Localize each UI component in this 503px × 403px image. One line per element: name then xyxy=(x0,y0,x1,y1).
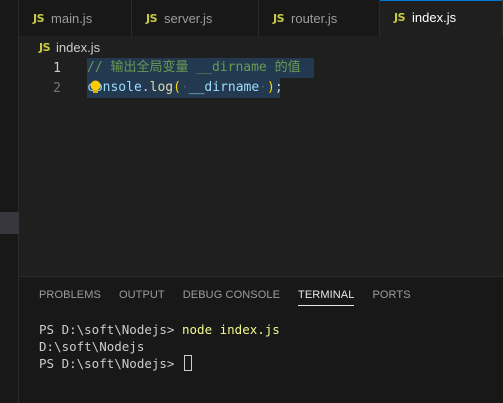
bottom-panel: PROBLEMS OUTPUT DEBUG CONSOLE TERMINAL P… xyxy=(19,276,503,403)
tab-ports[interactable]: PORTS xyxy=(372,277,410,313)
terminal-line: PS D:\soft\Nodejs> node index.js xyxy=(39,321,503,338)
tab-label: router.js xyxy=(291,10,338,26)
tab-server-js[interactable]: JS server.js xyxy=(132,0,259,36)
terminal[interactable]: PS D:\soft\Nodejs> node index.js D:\soft… xyxy=(39,321,503,372)
code-close-paren: ) xyxy=(267,80,275,95)
lightbulb-icon[interactable] xyxy=(89,80,102,94)
tab-debug-console[interactable]: DEBUG CONSOLE xyxy=(183,277,280,313)
code-statement: console.log(·__dirname·); xyxy=(87,78,283,98)
whitespace-marker: · xyxy=(180,80,189,95)
terminal-line: D:\soft\Nodejs xyxy=(39,338,503,355)
tab-main-js[interactable]: JS main.js xyxy=(19,0,132,36)
line-number: 2 xyxy=(53,80,61,96)
terminal-output: D:\soft\Nodejs xyxy=(39,339,145,354)
js-file-icon: JS xyxy=(394,11,406,24)
panel-tab-bar: PROBLEMS OUTPUT DEBUG CONSOLE TERMINAL P… xyxy=(39,277,429,313)
tab-router-js[interactable]: JS router.js xyxy=(259,0,380,36)
code-editor[interactable]: 1 // 输出全局变量 __dirname 的值 2 console.log(·… xyxy=(19,58,503,276)
terminal-cursor[interactable] xyxy=(184,355,192,371)
js-file-icon: JS xyxy=(39,40,51,54)
tab-label: main.js xyxy=(51,10,93,26)
tab-problems[interactable]: PROBLEMS xyxy=(39,277,101,313)
line-number: 1 xyxy=(53,60,61,76)
js-file-icon: JS xyxy=(273,11,285,25)
activity-bar xyxy=(0,0,19,403)
code-dot: . xyxy=(141,80,150,95)
tab-output[interactable]: OUTPUT xyxy=(119,277,165,313)
js-file-icon: JS xyxy=(146,11,158,25)
code-comment: // 输出全局变量 __dirname 的值 xyxy=(87,60,301,75)
whitespace-marker: · xyxy=(259,80,268,95)
code-line-2[interactable]: 2 console.log(·__dirname·); xyxy=(19,78,503,98)
terminal-command: node index.js xyxy=(182,322,280,337)
tab-terminal[interactable]: TERMINAL xyxy=(298,277,355,313)
tab-label: index.js xyxy=(412,10,457,25)
activity-bar-active-marker[interactable] xyxy=(0,212,19,234)
editor-tab-bar: JS main.js JS server.js JS router.js JS … xyxy=(19,0,503,36)
terminal-prompt: PS D:\soft\Nodejs> xyxy=(39,322,182,337)
js-file-icon: JS xyxy=(33,11,45,25)
code-line-1[interactable]: 1 // 输出全局变量 __dirname 的值 xyxy=(19,58,503,78)
terminal-line[interactable]: PS D:\soft\Nodejs> xyxy=(39,355,503,372)
code-argument: __dirname xyxy=(188,80,260,95)
code-semicolon: ; xyxy=(274,80,283,95)
tab-label: server.js xyxy=(164,10,213,26)
terminal-prompt: PS D:\soft\Nodejs> xyxy=(39,356,182,371)
breadcrumb[interactable]: JS index.js xyxy=(19,36,503,58)
code-method: log xyxy=(149,80,174,95)
breadcrumb-file[interactable]: index.js xyxy=(56,40,100,55)
vscode-window: JS main.js JS server.js JS router.js JS … xyxy=(0,0,503,403)
tab-index-js[interactable]: JS index.js xyxy=(380,0,503,36)
code-open-paren: ( xyxy=(173,80,181,95)
